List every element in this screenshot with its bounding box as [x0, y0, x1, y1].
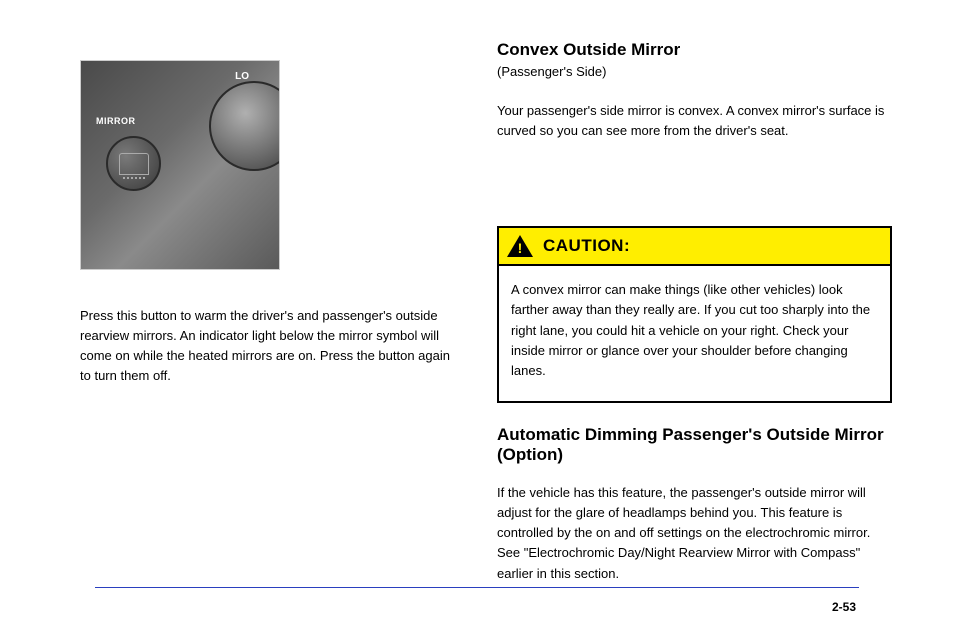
- mirror-control-photo: LO MIRROR: [80, 60, 280, 270]
- convex-mirror-body: Your passenger's side mirror is convex. …: [497, 101, 894, 141]
- heated-mirror-icon: [119, 153, 149, 175]
- dial-graphic: [209, 81, 280, 171]
- caution-title: CAUTION:: [543, 236, 630, 256]
- page-number: 2-53: [832, 600, 856, 614]
- heated-mirror-button-graphic: [106, 136, 161, 191]
- convex-mirror-heading: Convex Outside Mirror: [497, 40, 894, 60]
- caution-header: CAUTION:: [499, 228, 890, 266]
- auto-dimming-heading: Automatic Dimming Passenger's Outside Mi…: [497, 425, 894, 465]
- convex-mirror-sub: (Passenger's Side): [497, 64, 894, 79]
- footer-rule: [95, 587, 859, 588]
- mirror-label: MIRROR: [96, 116, 136, 126]
- dial-lo-label: LO: [235, 71, 249, 82]
- warning-triangle-icon: [507, 235, 533, 257]
- caution-box: CAUTION: A convex mirror can make things…: [497, 226, 892, 403]
- caution-body: A convex mirror can make things (like ot…: [499, 266, 890, 401]
- left-body-text: Press this button to warm the driver's a…: [80, 306, 457, 387]
- auto-dimming-body: If the vehicle has this feature, the pas…: [497, 483, 894, 584]
